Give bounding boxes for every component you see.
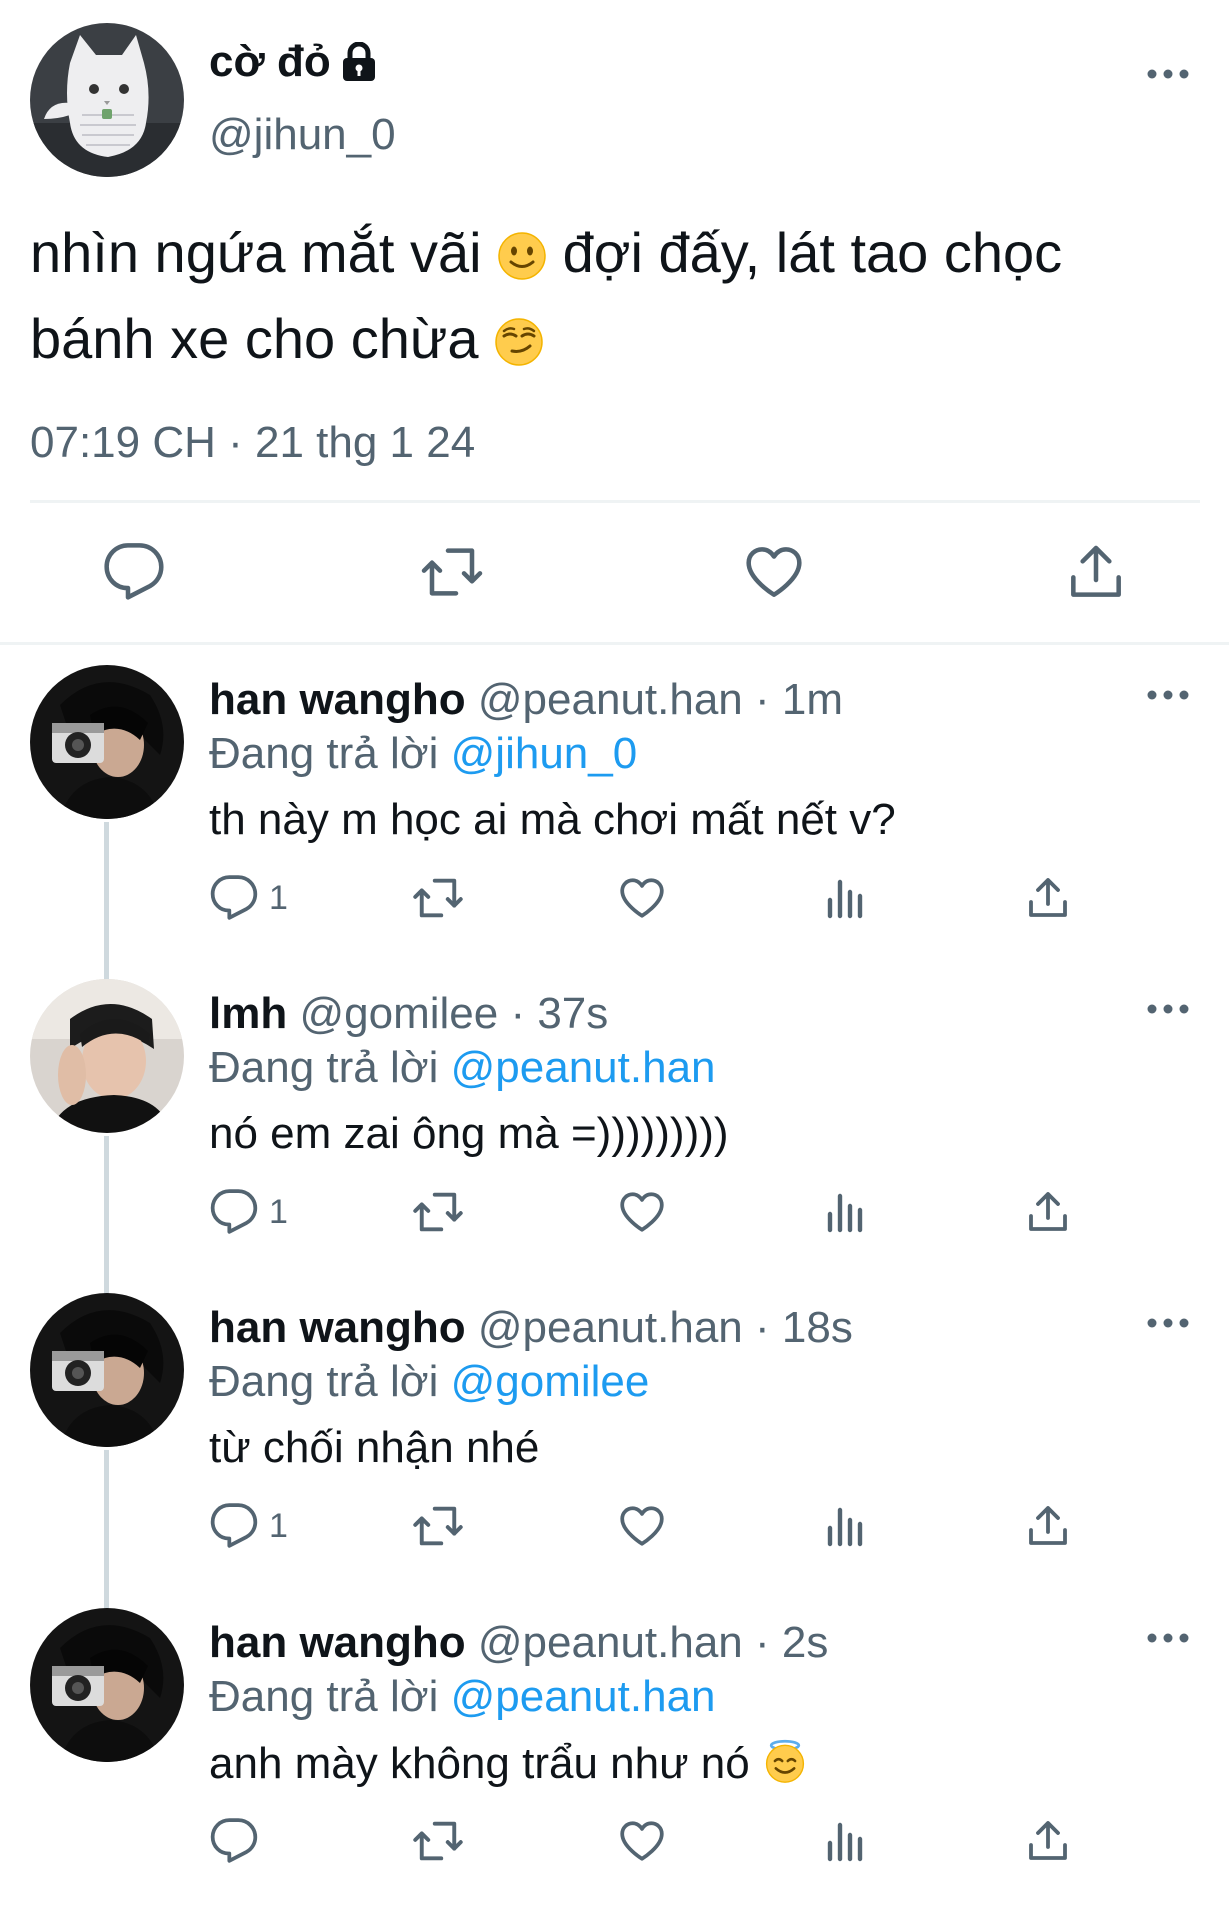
avatar[interactable] <box>30 979 184 1133</box>
reply-button[interactable]: 1 <box>209 1498 288 1554</box>
display-name-text[interactable]: cờ đỏ <box>209 37 331 87</box>
replying-prefix: Đang trả lời <box>209 1043 451 1092</box>
reply-tweet[interactable]: han wangho @peanut.han · 2s Đang trả lời… <box>0 1608 1229 1920</box>
reply-tweet[interactable]: han wangho @peanut.han · 18s Đang trả lờ… <box>0 1293 1229 1608</box>
main-tweet: cờ đỏ @jihun_0 nhìn ngứa mắt vãi đợi đấy… <box>0 0 1229 645</box>
author-meta: @gomilee · 37s <box>299 989 609 1038</box>
retweet-icon[interactable] <box>412 1498 464 1554</box>
analytics-icon[interactable] <box>822 1813 870 1869</box>
display-name[interactable]: cờ đỏ <box>209 37 377 87</box>
share-icon[interactable] <box>1024 870 1072 926</box>
replying-to: Đang trả lời @gomilee <box>209 1357 649 1407</box>
slightly-smiling-face-emoji-icon <box>497 231 547 281</box>
avatar[interactable] <box>30 23 184 177</box>
reply-header: han wangho @peanut.han · 2s <box>209 1618 828 1668</box>
share-icon[interactable] <box>1064 540 1128 604</box>
timestamp[interactable]: 07:19 CH · 21 thg 1 24 <box>30 418 475 468</box>
replying-prefix: Đang trả lời <box>209 729 451 778</box>
tweet-text-line1b: đợi đấy, lát tao chọc <box>547 221 1063 284</box>
reply-count: 1 <box>269 1506 288 1545</box>
divider <box>0 642 1229 645</box>
replying-to: Đang trả lời @peanut.han <box>209 1672 716 1722</box>
reply-icon <box>209 873 259 923</box>
reply-text: từ chối nhận nhé <box>209 1423 540 1472</box>
author-meta: @peanut.han · 18s <box>477 1303 853 1352</box>
smirking-face-emoji-icon <box>494 317 544 367</box>
share-icon[interactable] <box>1024 1184 1072 1240</box>
like-icon[interactable] <box>742 540 806 604</box>
reply-icon[interactable] <box>102 540 166 604</box>
reply-text: th này m học ai mà chơi mất nết v? <box>209 795 896 844</box>
replying-prefix: Đang trả lời <box>209 1672 451 1721</box>
more-icon[interactable] <box>1144 1624 1192 1652</box>
reply-text-content: anh mày không trẩu như nó <box>209 1739 750 1788</box>
lock-icon <box>341 42 377 82</box>
replying-to: Đang trả lời @jihun_0 <box>209 729 637 779</box>
more-icon[interactable] <box>1144 995 1192 1023</box>
reply-count: 1 <box>269 1192 288 1231</box>
tweet-text: nhìn ngứa mắt vãi đợi đấy, lát tao chọc … <box>30 210 1200 382</box>
retweet-icon[interactable] <box>420 540 484 604</box>
reply-header: han wangho @peanut.han · 18s <box>209 1303 853 1353</box>
share-icon[interactable] <box>1024 1813 1072 1869</box>
smiling-face-with-halo-emoji-icon <box>762 1738 808 1784</box>
author-name[interactable]: han wangho <box>209 1303 466 1352</box>
reply-button[interactable] <box>209 1813 269 1869</box>
mention-link[interactable]: @jihun_0 <box>451 729 638 778</box>
replying-prefix: Đang trả lời <box>209 1357 451 1406</box>
reply-tweet[interactable]: han wangho @peanut.han · 1m Đang trả lời… <box>0 665 1229 980</box>
reply-count: 1 <box>269 878 288 917</box>
analytics-icon[interactable] <box>822 870 870 926</box>
share-icon[interactable] <box>1024 1498 1072 1554</box>
handle[interactable]: @jihun_0 <box>209 110 396 160</box>
reply-button[interactable]: 1 <box>209 870 288 926</box>
author-name[interactable]: han wangho <box>209 1618 466 1667</box>
more-icon[interactable] <box>1144 681 1192 709</box>
tweet-text-line1: nhìn ngứa mắt vãi <box>30 221 482 284</box>
action-bar <box>0 540 1229 610</box>
mention-link[interactable]: @peanut.han <box>451 1043 716 1092</box>
analytics-icon[interactable] <box>822 1498 870 1554</box>
reply-icon <box>209 1187 259 1237</box>
replying-to: Đang trả lời @peanut.han <box>209 1043 716 1093</box>
mention-link[interactable]: @peanut.han <box>451 1672 716 1721</box>
avatar[interactable] <box>30 1293 184 1447</box>
reply-tweet[interactable]: lmh @gomilee · 37s Đang trả lời @peanut.… <box>0 979 1229 1294</box>
author-name[interactable]: han wangho <box>209 675 466 724</box>
mention-link[interactable]: @gomilee <box>451 1357 650 1406</box>
tweet-text-line2: bánh xe cho chừa <box>30 307 479 370</box>
like-icon[interactable] <box>617 870 667 926</box>
retweet-icon[interactable] <box>412 1184 464 1240</box>
divider <box>30 500 1200 503</box>
action-bar <box>0 1813 1229 1869</box>
author-meta: @peanut.han · 2s <box>477 1618 829 1667</box>
retweet-icon[interactable] <box>412 1813 464 1869</box>
author-name[interactable]: lmh <box>209 989 287 1038</box>
more-icon[interactable] <box>1144 1309 1192 1337</box>
retweet-icon[interactable] <box>412 870 464 926</box>
like-icon[interactable] <box>617 1498 667 1554</box>
reply-icon <box>209 1501 259 1551</box>
reply-header: han wangho @peanut.han · 1m <box>209 675 843 725</box>
author-meta: @peanut.han · 1m <box>477 675 843 724</box>
analytics-icon[interactable] <box>822 1184 870 1240</box>
avatar[interactable] <box>30 665 184 819</box>
reply-button[interactable]: 1 <box>209 1184 288 1240</box>
avatar[interactable] <box>30 1608 184 1762</box>
action-bar: 1 <box>0 1498 1229 1554</box>
reply-text: nó em zai ông mà =))))))))) <box>209 1109 729 1158</box>
action-bar: 1 <box>0 870 1229 926</box>
more-icon[interactable] <box>1144 60 1192 88</box>
action-bar: 1 <box>0 1184 1229 1240</box>
like-icon[interactable] <box>617 1813 667 1869</box>
like-icon[interactable] <box>617 1184 667 1240</box>
reply-header: lmh @gomilee · 37s <box>209 989 608 1039</box>
reply-text: anh mày không trẩu như nó <box>209 1738 808 1789</box>
reply-icon <box>209 1816 259 1866</box>
